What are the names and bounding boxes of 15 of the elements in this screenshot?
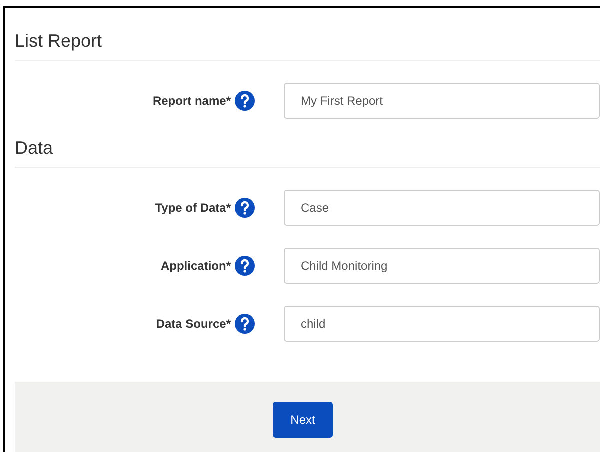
help-icon[interactable] — [235, 256, 255, 276]
help-icon[interactable] — [235, 314, 255, 334]
input-field[interactable]: Child Monitoring — [284, 248, 600, 284]
field-label: Application* — [160, 258, 231, 275]
help-icon[interactable] — [235, 198, 255, 218]
section-heading: List Report — [15, 30, 600, 61]
next-button[interactable]: Next — [273, 402, 333, 438]
help-icon[interactable] — [235, 91, 255, 111]
input-field[interactable]: Case — [284, 190, 600, 226]
field-label: Type of Data* — [155, 200, 231, 217]
input-field[interactable]: child — [284, 306, 600, 342]
field-label: Data Source* — [156, 316, 231, 333]
input-field[interactable]: My First Report — [284, 83, 600, 119]
field-label: Report name* — [152, 93, 231, 110]
section-heading: Data — [15, 137, 600, 168]
